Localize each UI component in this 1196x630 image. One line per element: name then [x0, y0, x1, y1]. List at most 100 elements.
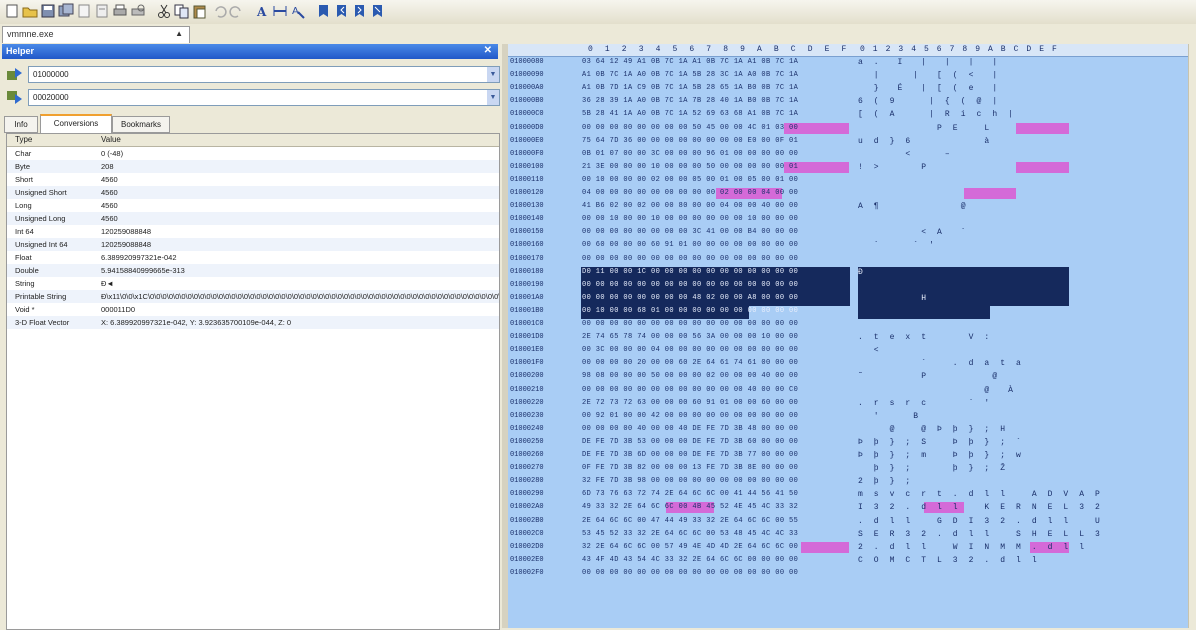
hex-bytes[interactable]: 00 00 00 00 00 00 00 00 00 00 00 00 00 0… [582, 320, 798, 328]
goto-start-icon[interactable] [6, 66, 24, 82]
hex-bytes[interactable]: 75 64 7D 36 00 00 00 00 00 00 00 00 E0 0… [582, 137, 798, 145]
chevron-down-icon[interactable]: ▼ [487, 90, 499, 105]
bookmark-clear-button[interactable] [370, 3, 386, 19]
conversion-row[interactable]: Int 64 120259088848 [7, 225, 499, 238]
hex-bytes[interactable]: 00 00 00 00 00 00 00 00 00 00 00 00 00 0… [582, 281, 798, 289]
chevron-down-icon[interactable]: ▼ [487, 67, 499, 82]
hex-bytes[interactable]: 00 10 00 00 00 02 00 00 05 00 01 00 05 0… [582, 176, 798, 184]
ascii-text[interactable]: Þ þ } ; m Þ þ } ; w [858, 451, 1024, 460]
hex-bytes[interactable]: 32 FE 7D 3B 98 00 00 00 00 00 00 00 00 0… [582, 477, 798, 485]
bookmark-prev-button[interactable] [334, 3, 350, 19]
new-button[interactable] [4, 3, 20, 19]
hex-bytes[interactable]: 00 00 00 00 00 00 00 00 3C 41 00 00 B4 0… [582, 228, 798, 236]
hex-bytes[interactable]: 43 4F 4D 43 54 4C 33 32 2E 64 6C 6C 00 0… [582, 556, 798, 564]
hex-bytes[interactable]: 5B 28 41 1A A0 0B 7C 1A 52 69 63 68 A1 0… [582, 110, 798, 118]
hex-bytes[interactable]: 00 00 00 00 00 00 00 00 48 02 00 00 A8 0… [582, 294, 798, 302]
ascii-text[interactable]: [ ( A | R i c h | [858, 110, 1016, 119]
hex-bytes[interactable]: 49 33 32 2E 64 6C 6C 00 4B 45 52 4E 45 4… [582, 503, 798, 511]
hex-bytes[interactable]: 00 3C 00 00 00 04 00 00 00 00 00 00 00 0… [582, 346, 798, 354]
ascii-text[interactable]: ! > P [858, 163, 929, 172]
hex-bytes[interactable]: 00 00 10 00 00 10 00 00 00 00 00 00 10 0… [582, 215, 798, 223]
ascii-text[interactable]: 2 þ } ; [858, 477, 913, 486]
hex-bytes[interactable]: 03 64 12 49 A1 0B 7C 1A A1 0B 7C 1A A1 0… [582, 58, 798, 66]
ascii-text[interactable]: m s v c r t . d l l A D V A P [858, 490, 1103, 499]
tab-bookmarks[interactable]: Bookmarks [112, 116, 170, 133]
ascii-text[interactable]: ˜ P @ [858, 372, 1000, 381]
hex-body[interactable]: 01000080 03 64 12 49 A1 0B 7C 1A A1 0B 7C… [508, 57, 1188, 628]
vertical-scrollbar[interactable] [1188, 44, 1196, 628]
ascii-text[interactable]: @ À [858, 386, 1016, 395]
hex-bytes[interactable]: 00 60 00 00 00 60 91 01 00 00 00 00 00 0… [582, 241, 798, 249]
close-icon[interactable]: ✕ [484, 45, 492, 56]
conversion-row[interactable]: Unsigned Short 4560 [7, 186, 499, 199]
ascii-text[interactable]: . r s r c ` ' [858, 399, 992, 408]
hex-bytes[interactable]: 2E 74 65 78 74 00 00 00 56 3A 00 00 00 1… [582, 333, 798, 341]
print-preview-button[interactable] [130, 3, 146, 19]
font-button[interactable]: A [254, 3, 270, 19]
ascii-text[interactable]: P E L [858, 124, 992, 133]
conversion-row[interactable]: Float 6.389920997321e-042 [7, 251, 499, 264]
hex-bytes[interactable]: 2E 64 6C 6C 00 47 44 49 33 32 2E 64 6C 6… [582, 517, 798, 525]
tab-info[interactable]: Info [4, 116, 38, 133]
bookmark-button[interactable] [316, 3, 332, 19]
hex-bytes[interactable]: 98 08 00 00 00 50 00 00 00 02 00 00 00 4… [582, 372, 798, 380]
ascii-text[interactable]: Ð [858, 268, 866, 277]
ascii-text[interactable]: < [858, 346, 882, 355]
ascii-text[interactable]: Þ þ } ; S Þ þ } ; ` [858, 438, 1024, 447]
tab-conversions[interactable]: Conversions [40, 114, 112, 134]
hex-bytes[interactable]: 53 45 52 33 32 2E 64 6C 6C 00 53 48 45 4… [582, 530, 798, 538]
ascii-text[interactable]: þ } ; þ } ; Ž [858, 464, 1008, 473]
copy-button[interactable] [174, 3, 190, 19]
ascii-text[interactable]: a . I | | | | [858, 58, 1000, 67]
hex-bytes[interactable]: 00 00 00 00 20 00 00 60 2E 64 61 74 61 0… [582, 359, 798, 367]
cut-button[interactable] [156, 3, 172, 19]
redo-button[interactable] [228, 3, 244, 19]
hex-bytes[interactable]: 41 B6 02 00 02 00 00 80 00 00 04 00 00 4… [582, 202, 798, 210]
ascii-text[interactable]: u d } 6 à [858, 137, 992, 146]
hex-bytes[interactable]: 00 00 00 00 40 00 00 40 DE FE 7D 3B 48 0… [582, 425, 798, 433]
hex-bytes[interactable]: DE FE 7D 3B 6D 00 00 00 DE FE 7D 3B 77 0… [582, 451, 798, 459]
hex-bytes[interactable]: 36 28 39 1A A0 0B 7C 1A 7B 28 40 1A B0 0… [582, 97, 798, 105]
print-button[interactable] [112, 3, 128, 19]
conversion-row[interactable]: Long 4560 [7, 199, 499, 212]
value-column-header[interactable]: Value [101, 135, 121, 144]
ascii-text[interactable]: . t e x t V : [858, 333, 992, 342]
conversion-row[interactable]: String Ð◄ [7, 277, 499, 290]
hex-bytes[interactable]: D0 11 00 00 1C 00 00 00 00 00 00 00 00 0… [582, 268, 798, 276]
hex-bytes[interactable]: 0F FE 7D 3B 82 00 00 00 13 FE 7D 3B 8E 0… [582, 464, 798, 472]
ascii-text[interactable]: } É | [ ( e | [858, 84, 1000, 93]
open-button[interactable] [22, 3, 38, 19]
hex-bytes[interactable]: 2E 72 73 72 63 00 00 00 60 91 01 00 00 6… [582, 399, 798, 407]
hex-bytes[interactable]: 0B 01 07 00 00 3C 00 00 00 96 01 00 00 0… [582, 150, 798, 158]
hex-bytes[interactable]: 00 00 00 00 00 00 00 00 00 00 00 00 00 0… [582, 569, 798, 577]
hex-bytes[interactable]: 00 92 01 00 00 42 00 00 00 00 00 00 00 0… [582, 412, 798, 420]
hex-bytes[interactable]: 00 00 00 00 00 00 00 00 50 45 00 00 4C 0… [582, 124, 798, 132]
conversion-row[interactable]: Short 4560 [7, 173, 499, 186]
ascii-text[interactable]: ` ` ' [858, 241, 937, 250]
ascii-text[interactable]: S E R 3 2 . d l l S H E L L 3 [858, 530, 1103, 539]
hex-bytes[interactable]: 00 00 00 00 00 00 00 00 00 00 00 00 40 0… [582, 386, 798, 394]
end-address-input[interactable]: 00020000 ▼ [28, 89, 500, 106]
conversion-row[interactable]: Unsigned Long 4560 [7, 212, 499, 225]
hex-bytes[interactable]: 21 3E 00 00 00 10 00 00 00 50 00 00 00 0… [582, 163, 798, 171]
hex-bytes[interactable]: A1 0B 7C 1A A0 0B 7C 1A 5B 28 3C 1A A0 0… [582, 71, 798, 79]
save-all-button[interactable] [58, 3, 74, 19]
ascii-text[interactable]: C O M C T L 3 2 . d l l [858, 556, 1040, 565]
hex-bytes[interactable]: 04 00 00 00 00 00 00 00 00 00 02 00 00 0… [582, 189, 798, 197]
ascii-text[interactable]: ' B [858, 412, 921, 421]
width-button[interactable] [272, 3, 288, 19]
hex-bytes[interactable]: 00 10 00 00 68 01 00 00 00 00 00 00 00 0… [582, 307, 798, 315]
undo-button[interactable] [212, 3, 228, 19]
hex-bytes[interactable]: 32 2E 64 6C 6C 00 57 49 4E 4D 4D 2E 64 6… [582, 543, 798, 551]
ascii-text[interactable]: ` . d a t a [858, 359, 1024, 368]
goto-end-icon[interactable] [6, 89, 24, 105]
hex-bytes[interactable]: 6D 73 76 63 72 74 2E 64 6C 6C 00 41 44 5… [582, 490, 798, 498]
ascii-text[interactable]: I 3 2 . d l l K E R N E L 3 2 [858, 503, 1103, 512]
ascii-text[interactable]: . d l l G D I 3 2 . d l l U [858, 517, 1103, 526]
ascii-text[interactable]: | | [ ( < | [858, 71, 1000, 80]
find-button[interactable]: A [290, 3, 306, 19]
ascii-text[interactable]: 2 . d l l W I N M M . d l l [858, 543, 1087, 552]
conversion-row[interactable]: 3-D Float Vector X: 6.389920997321e-042, … [7, 316, 499, 329]
start-address-input[interactable]: 01000000 ▼ [28, 66, 500, 83]
type-column-header[interactable]: Type [15, 135, 32, 144]
